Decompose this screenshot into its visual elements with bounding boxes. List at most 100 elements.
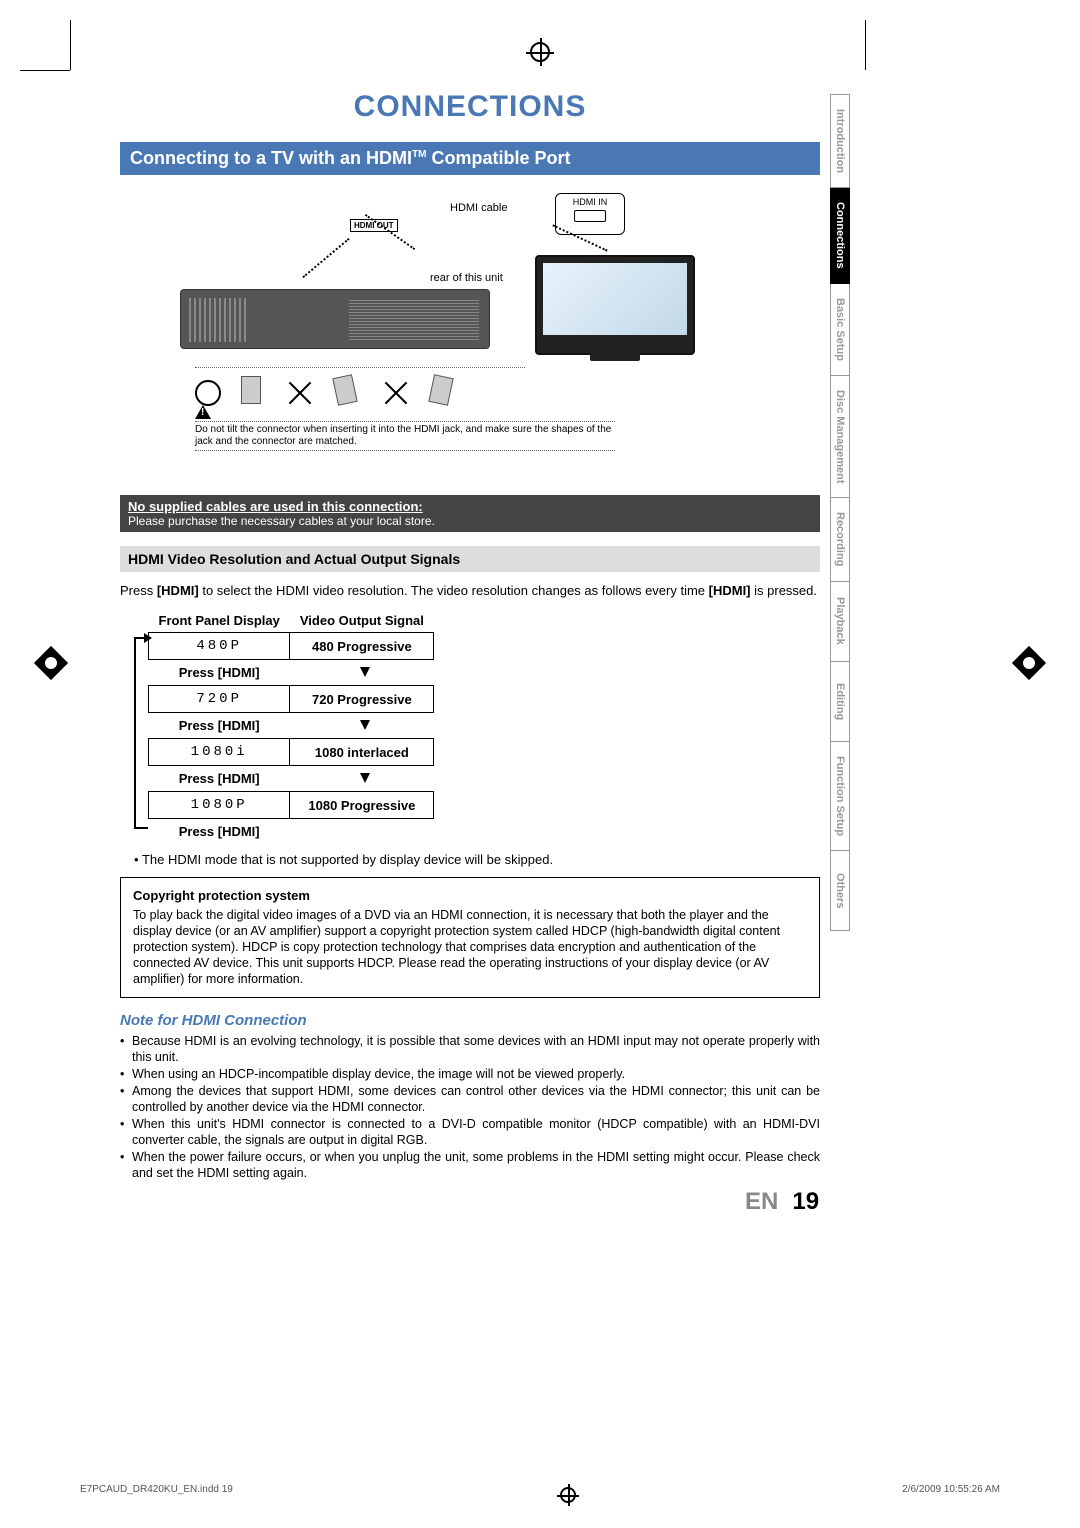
hdmi-notes-list: Because HDMI is an evolving technology, … bbox=[120, 1033, 820, 1181]
tv-illustration bbox=[535, 255, 695, 355]
table-press-row: Press [HDMI] bbox=[149, 660, 434, 686]
connector-wrong-icon bbox=[419, 376, 455, 410]
table-press-row: Press [HDMI] bbox=[149, 819, 434, 845]
no-cable-note-bar: No supplied cables are used in this conn… bbox=[120, 495, 820, 532]
video-output-signal: 480 Progressive bbox=[290, 633, 434, 660]
print-footer: E7PCAUD_DR420KU_EN.indd 19 2/6/2009 10:5… bbox=[80, 1484, 1000, 1506]
connector-orientation-row bbox=[195, 367, 525, 417]
intro-pre: Press bbox=[120, 583, 157, 598]
crop-mark-top bbox=[526, 38, 554, 66]
tab-playback[interactable]: Playback bbox=[830, 582, 850, 662]
front-panel-display: 1080i bbox=[149, 739, 290, 766]
tab-recording[interactable]: Recording bbox=[830, 498, 850, 581]
hdmi-bold: [HDMI] bbox=[157, 583, 199, 598]
dotted-connection-line bbox=[302, 238, 349, 278]
crop-corner bbox=[20, 70, 70, 71]
crop-corner bbox=[865, 20, 866, 70]
tab-label: Disc Management bbox=[834, 390, 846, 484]
table-header-left: Front Panel Display bbox=[149, 609, 290, 633]
down-arrow-icon bbox=[360, 667, 370, 677]
down-arrow-cell bbox=[290, 713, 434, 739]
down-arrow-icon bbox=[360, 773, 370, 783]
tab-basic-setup[interactable]: Basic Setup bbox=[830, 284, 850, 376]
section-heading: Connecting to a TV with an HDMITM Compat… bbox=[120, 142, 820, 175]
note-heading: Note for HDMI Connection bbox=[120, 1012, 820, 1029]
crop-mark-right bbox=[1012, 646, 1046, 680]
press-hdmi-label: Press [HDMI] bbox=[149, 660, 290, 686]
press-hdmi-label: Press [HDMI] bbox=[149, 713, 290, 739]
note-item: When the power failure occurs, or when y… bbox=[120, 1149, 820, 1181]
table-row: 720P 720 Progressive bbox=[149, 686, 434, 713]
table-row: 480P 480 Progressive bbox=[149, 633, 434, 660]
hdmi-bold: [HDMI] bbox=[709, 583, 751, 598]
hdmi-cable-label: HDMI cable bbox=[450, 202, 507, 214]
no-cable-title: No supplied cables are used in this conn… bbox=[128, 499, 423, 514]
tilt-warning-text: Do not tilt the connector when inserting… bbox=[195, 421, 615, 451]
press-hdmi-label: Press [HDMI] bbox=[149, 819, 290, 845]
connection-diagram: HDMI OUT HDMI cable rear of this unit HD… bbox=[120, 187, 820, 487]
rear-of-unit-label: rear of this unit bbox=[430, 272, 503, 284]
down-arrow-cell bbox=[290, 766, 434, 792]
down-arrow-icon bbox=[360, 720, 370, 730]
wrong-mark-x-icon bbox=[287, 380, 313, 406]
connector-wrong-icon bbox=[323, 376, 359, 410]
crop-mark-left bbox=[34, 646, 68, 680]
copyright-box: Copyright protection system To play back… bbox=[120, 877, 820, 998]
table-row: 1080i 1080 interlaced bbox=[149, 739, 434, 766]
press-hdmi-intro: Press [HDMI] to select the HDMI video re… bbox=[120, 582, 820, 599]
resolution-table: Front Panel Display Video Output Signal … bbox=[148, 609, 434, 844]
print-registration-mark-icon bbox=[557, 1484, 579, 1506]
copyright-box-body: To play back the digital video images of… bbox=[133, 907, 807, 987]
table-header-right: Video Output Signal bbox=[290, 609, 434, 633]
front-panel-display: 1080P bbox=[149, 792, 290, 819]
page-lang: EN bbox=[745, 1188, 778, 1215]
press-hdmi-label: Press [HDMI] bbox=[149, 766, 290, 792]
video-output-signal: 1080 Progressive bbox=[290, 792, 434, 819]
tab-others[interactable]: Others bbox=[830, 851, 850, 931]
tab-editing[interactable]: Editing bbox=[830, 662, 850, 742]
tab-disc-management[interactable]: Disc Management bbox=[830, 376, 850, 499]
no-cable-sub: Please purchase the necessary cables at … bbox=[128, 514, 812, 528]
tab-connections[interactable]: Connections bbox=[830, 188, 850, 284]
intro-post: is pressed. bbox=[751, 583, 817, 598]
resolution-table-wrap: Front Panel Display Video Output Signal … bbox=[120, 609, 820, 844]
warning-icon bbox=[195, 405, 211, 419]
tab-function-setup[interactable]: Function Setup bbox=[830, 742, 850, 851]
intro-mid: to select the HDMI video resolution. The… bbox=[199, 583, 709, 598]
print-timestamp: 2/6/2009 10:55:26 AM bbox=[902, 1484, 1000, 1506]
copyright-box-title: Copyright protection system bbox=[133, 888, 807, 903]
video-output-signal: 1080 interlaced bbox=[290, 739, 434, 766]
print-file-name: E7PCAUD_DR420KU_EN.indd 19 bbox=[80, 1484, 233, 1506]
note-item: Among the devices that support HDMI, som… bbox=[120, 1083, 820, 1115]
section-heading-pre: Connecting to a TV with an HDMI bbox=[130, 148, 412, 168]
page-num: 19 bbox=[792, 1188, 819, 1215]
hdmi-in-label: HDMI IN bbox=[573, 197, 608, 207]
tm-mark: TM bbox=[412, 149, 426, 160]
video-output-signal: 720 Progressive bbox=[290, 686, 434, 713]
unit-rear-illustration bbox=[180, 289, 490, 349]
tab-introduction[interactable]: Introduction bbox=[830, 94, 850, 188]
subsection-heading: HDMI Video Resolution and Actual Output … bbox=[120, 546, 820, 572]
note-item: When this unit's HDMI connector is conne… bbox=[120, 1116, 820, 1148]
side-tabs: Introduction Connections Basic Setup Dis… bbox=[830, 94, 866, 931]
table-press-row: Press [HDMI] bbox=[149, 766, 434, 792]
note-item: Because HDMI is an evolving technology, … bbox=[120, 1033, 820, 1065]
wrong-mark-x-icon bbox=[383, 380, 409, 406]
crop-corner bbox=[70, 20, 71, 70]
hdmi-in-box: HDMI IN bbox=[555, 193, 625, 235]
front-panel-display: 480P bbox=[149, 633, 290, 660]
table-row: 1080P 1080 Progressive bbox=[149, 792, 434, 819]
front-panel-display: 720P bbox=[149, 686, 290, 713]
page-number: EN 19 bbox=[745, 1188, 819, 1216]
section-heading-post: Compatible Port bbox=[426, 148, 570, 168]
hdmi-port-icon bbox=[574, 210, 606, 222]
table-press-row: Press [HDMI] bbox=[149, 713, 434, 739]
note-item: When using an HDCP-incompatible display … bbox=[120, 1066, 820, 1082]
correct-mark-circle-icon bbox=[195, 380, 221, 406]
page-title: CONNECTIONS bbox=[120, 90, 820, 124]
down-arrow-cell bbox=[290, 660, 434, 686]
hdmi-skip-note-text: The HDMI mode that is not supported by d… bbox=[142, 852, 553, 867]
page-content: CONNECTIONS Connecting to a TV with an H… bbox=[120, 90, 820, 1182]
hdmi-skip-note: • The HDMI mode that is not supported by… bbox=[134, 852, 820, 867]
connector-correct-icon bbox=[229, 376, 265, 410]
